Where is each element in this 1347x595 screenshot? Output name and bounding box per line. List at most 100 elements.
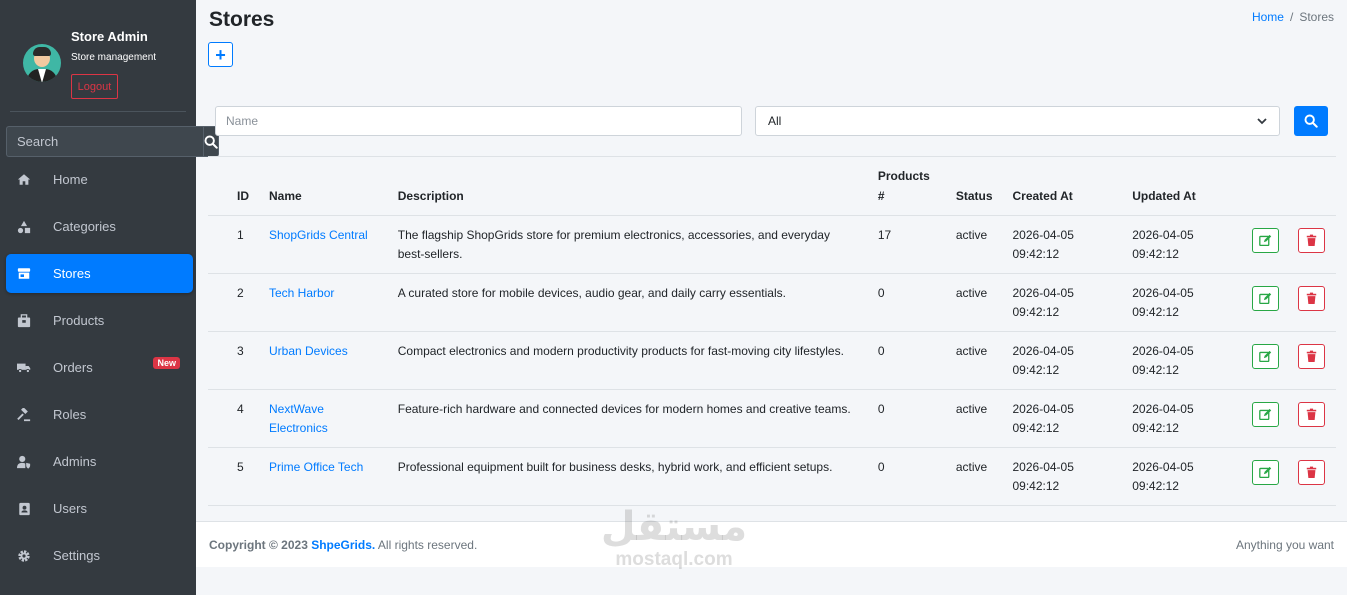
sidebar-item-users[interactable]: Users <box>6 489 193 528</box>
edit-icon <box>1259 234 1272 246</box>
brand-link[interactable]: ShpeGrids. <box>311 538 375 552</box>
created-at: 2026-04-05 09:42:12 <box>1002 273 1123 332</box>
store-icon <box>17 267 31 281</box>
footer-tagline: Anything you want <box>1235 537 1334 552</box>
created-time: 09:42:12 <box>1012 304 1060 319</box>
created-date: 2026-04-05 <box>1012 285 1074 300</box>
created-date: 2026-04-05 <box>1012 343 1074 358</box>
sidebar-item-admins[interactable]: Admins <box>6 442 193 481</box>
sidebar-item-label: Admins <box>53 454 97 469</box>
updated-date: 2026-04-05 <box>1132 343 1194 358</box>
sidebar-item-settings[interactable]: Settings <box>6 536 193 575</box>
created-time: 09:42:12 <box>1012 362 1060 377</box>
edit-button[interactable] <box>1251 227 1279 253</box>
header-status: Status <box>945 157 1003 216</box>
user-panel: Store Admin Store management Logout <box>10 0 186 112</box>
sidebar-item-label: Orders <box>53 360 93 375</box>
store-name-link[interactable]: ShopGrids Central <box>269 228 368 242</box>
breadcrumb-current: Stores <box>1299 10 1334 24</box>
edit-icon <box>1259 292 1272 304</box>
edit-icon <box>1259 466 1272 478</box>
store-products-count: 17 <box>867 215 946 274</box>
rights-text: All rights reserved. <box>377 537 478 552</box>
edit-button[interactable] <box>1251 401 1279 427</box>
status-filter-select[interactable]: All <box>755 106 1280 136</box>
row-actions <box>1251 458 1326 485</box>
sidebar-item-home[interactable]: Home <box>6 160 193 199</box>
updated-time: 09:42:12 <box>1132 246 1179 261</box>
delete-button[interactable] <box>1297 343 1325 369</box>
gavel-icon <box>17 407 31 422</box>
sidebar-item-stores[interactable]: Stores <box>6 254 193 293</box>
sidebar-item-orders[interactable]: Orders New <box>6 348 193 387</box>
store-name-link[interactable]: Urban Devices <box>269 344 348 358</box>
row-actions <box>1251 400 1326 427</box>
delete-button[interactable] <box>1297 285 1325 311</box>
logout-button[interactable]: Logout <box>71 74 118 99</box>
header-actions <box>1241 157 1336 216</box>
edit-button[interactable] <box>1251 459 1279 485</box>
sidebar-item-label: Roles <box>53 407 87 422</box>
sidebar-item-categories[interactable]: Categories <box>6 207 193 246</box>
footer-copyright: Copyright © 2023 ShpeGrids. All rights r… <box>209 538 477 552</box>
user-shield-icon <box>17 455 31 469</box>
header-products-line1: Products <box>877 168 930 183</box>
id-card-icon <box>17 502 31 516</box>
updated-date: 2026-04-05 <box>1132 401 1194 416</box>
store-id: 2 <box>208 273 259 332</box>
sidebar-search-input[interactable] <box>6 126 203 157</box>
name-filter-input[interactable] <box>215 106 742 136</box>
trash-icon <box>1306 234 1317 246</box>
breadcrumb-home-link[interactable]: Home <box>1252 10 1284 24</box>
header-description: Description <box>387 157 868 216</box>
delete-button[interactable] <box>1297 227 1325 253</box>
table-row: 1 ShopGrids Central The flagship ShopGrids… <box>208 215 1336 274</box>
sidebar-search <box>6 126 219 157</box>
stores-table-wrapper: ID Name Description Products # Status Cr… <box>208 156 1336 506</box>
table-header-row: ID Name Description Products # Status Cr… <box>208 157 1336 216</box>
updated-time: 09:42:12 <box>1132 420 1179 435</box>
table-row: 3 Urban Devices Compact electronics and mo… <box>208 331 1336 390</box>
filter-search-button[interactable] <box>1294 106 1328 136</box>
stores-table: ID Name Description Products # Status Cr… <box>208 157 1336 506</box>
delete-button[interactable] <box>1297 459 1325 485</box>
row-actions <box>1251 342 1326 369</box>
delete-button[interactable] <box>1297 401 1325 427</box>
sidebar-item-label: Categories <box>53 219 116 234</box>
header-name: Name <box>259 157 388 216</box>
store-products-count: 0 <box>867 331 946 390</box>
store-name-link[interactable]: Tech Harbor <box>269 286 334 300</box>
breadcrumb-separator: / <box>1289 10 1294 24</box>
created-time: 09:42:12 <box>1012 246 1060 261</box>
home-icon <box>17 173 31 187</box>
store-name-link[interactable]: NextWave Electronics <box>269 402 328 435</box>
store-products-count: 0 <box>867 447 946 506</box>
add-store-button[interactable]: + <box>208 42 233 67</box>
row-actions <box>1251 226 1326 253</box>
chevron-down-icon <box>1257 118 1267 125</box>
header-created: Created At <box>1002 157 1123 216</box>
created-date: 2026-04-05 <box>1012 227 1074 242</box>
status-badge: active <box>945 215 1003 274</box>
created-at: 2026-04-05 09:42:12 <box>1002 447 1123 506</box>
sidebar-item-products[interactable]: Products <box>6 301 193 340</box>
status-badge: active <box>945 331 1003 390</box>
sidebar-item-roles[interactable]: Roles <box>6 395 193 434</box>
header-products-line2: # <box>877 188 885 203</box>
trash-icon <box>1306 292 1317 304</box>
updated-date: 2026-04-05 <box>1132 227 1194 242</box>
created-at: 2026-04-05 09:42:12 <box>1002 389 1123 448</box>
edit-icon <box>1259 408 1272 420</box>
updated-date: 2026-04-05 <box>1132 459 1194 474</box>
sidebar-item-label: Users <box>53 501 87 516</box>
store-products-count: 0 <box>867 389 946 448</box>
store-id: 3 <box>208 331 259 390</box>
updated-at: 2026-04-05 09:42:12 <box>1122 389 1242 448</box>
header-products: Products # <box>867 157 946 216</box>
edit-button[interactable] <box>1251 343 1279 369</box>
updated-time: 09:42:12 <box>1132 362 1179 377</box>
store-name-link[interactable]: Prime Office Tech <box>269 460 363 474</box>
edit-button[interactable] <box>1251 285 1279 311</box>
updated-at: 2026-04-05 09:42:12 <box>1122 447 1242 506</box>
status-badge: active <box>945 447 1003 506</box>
